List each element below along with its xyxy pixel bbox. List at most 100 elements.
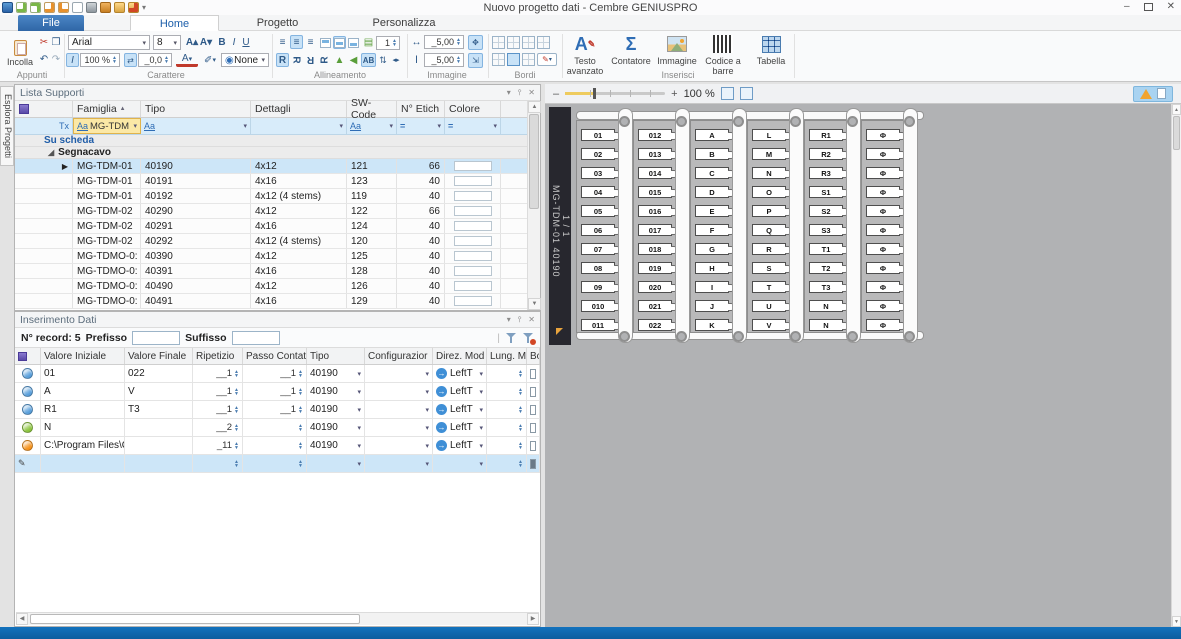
cell-tipo[interactable]: 40190▾ <box>307 437 365 454</box>
rows-icon[interactable]: ▤ <box>362 36 375 49</box>
panel-menu-icon[interactable]: ▾ <box>507 88 511 98</box>
table-row[interactable]: AV__1▲▼__1▲▼40190▾▾→LeftT▾▲▼ <box>15 383 540 401</box>
preview-canvas[interactable]: 1 / 1 MG-TDM-01 40190 010203040506070809… <box>545 104 1171 627</box>
label-tag[interactable]: 022 <box>638 319 672 331</box>
align-left-icon[interactable]: ≡ <box>276 35 289 49</box>
scroll-up-icon[interactable]: ▲ <box>528 101 541 113</box>
dropdown-arrow-icon[interactable]: ▾ <box>357 406 361 414</box>
label-strip[interactable]: ABCDEFGHIJK <box>690 120 736 333</box>
configurazione-dropdown[interactable]: ▾ <box>368 388 429 396</box>
cell-ripetizione[interactable]: __2▲▼ <box>193 419 243 436</box>
cell-dettagli[interactable]: 4x12 (4 stems) <box>251 234 347 248</box>
valign-middle-icon[interactable] <box>333 36 346 49</box>
dropdown-arrow-icon[interactable]: ▾ <box>479 406 483 414</box>
cell-tipo[interactable]: 40291 <box>141 219 251 233</box>
cell-passo[interactable]: ▲▼ <box>243 437 307 454</box>
align-right-icon[interactable]: ≡ <box>304 35 317 49</box>
label-tag[interactable]: 019 <box>638 262 672 274</box>
scroll-thumb[interactable] <box>1173 116 1180 150</box>
spinner[interactable]: __1▲▼ <box>216 404 239 415</box>
cell-n-etich[interactable]: 66 <box>397 204 445 218</box>
label-tag[interactable]: S2 <box>809 205 843 217</box>
fit-page-icon[interactable] <box>721 87 734 100</box>
rotate-270-icon[interactable]: R <box>318 54 332 67</box>
dropdown-arrow-icon[interactable]: ▾ <box>357 442 361 450</box>
stretch-icon[interactable]: ◂▸ <box>389 53 403 67</box>
spinner-arrows-icon[interactable]: ▲▼ <box>234 388 239 396</box>
cell-sw-code[interactable]: 128 <box>347 264 397 278</box>
label-tag[interactable]: Φ <box>866 243 900 255</box>
cell-direzione[interactable]: →LeftT▾ <box>433 383 487 400</box>
border-outline-icon[interactable] <box>492 36 505 49</box>
col-direzione[interactable]: Direz. Mod <box>433 348 487 364</box>
filter-colore[interactable]: =▾ <box>445 118 501 134</box>
spinner[interactable]: ▲▼ <box>516 406 523 414</box>
label-tag[interactable]: T3 <box>809 281 843 293</box>
label-tag[interactable]: 014 <box>638 167 672 179</box>
cell-dettagli[interactable]: 4x12 (4 stems) <box>251 189 347 203</box>
clear-filter-icon[interactable] <box>522 332 534 344</box>
cell-direzione[interactable]: →LeftT▾ <box>433 365 487 382</box>
col-n-etich[interactable]: N° Etich <box>397 101 445 117</box>
col-valore-iniziale[interactable]: Valore Iniziale <box>41 348 125 364</box>
cell-famiglia[interactable]: MG-TDM-02 <box>73 234 141 248</box>
grow-font-icon[interactable]: A▴ <box>185 35 199 50</box>
cell-passo[interactable]: __1▲▼ <box>243 365 307 382</box>
table-row[interactable]: N__2▲▼▲▼40190▾▾→LeftT▾▲▼ <box>15 419 540 437</box>
spinner-arrows-icon[interactable]: ▲▼ <box>298 460 303 468</box>
zoom-slider-thumb[interactable] <box>593 88 596 99</box>
label-tag[interactable]: P <box>752 205 786 217</box>
label-strip[interactable]: ΦΦΦΦΦΦΦΦΦΦΦ <box>861 120 907 333</box>
warning-box[interactable] <box>1133 86 1173 102</box>
col-tipo[interactable]: Tipo <box>307 348 365 364</box>
table-row[interactable]: R1T3__1▲▼__1▲▼40190▾▾→LeftT▾▲▼ <box>15 401 540 419</box>
cell-tipo[interactable]: 40491 <box>141 294 251 308</box>
scroll-right-icon[interactable]: ▶ <box>527 613 539 625</box>
cell-lunghezza[interactable]: ▲▼ <box>487 455 527 472</box>
label-tag[interactable]: S1 <box>809 186 843 198</box>
cut-icon[interactable]: ✂ <box>38 36 50 48</box>
cell-tipo[interactable]: 40190▾ <box>307 365 365 382</box>
scroll-left-icon[interactable]: ◀ <box>16 613 28 625</box>
cell-tipo[interactable]: 40190 <box>141 159 251 173</box>
fit-image-icon[interactable]: ✥ <box>468 35 483 50</box>
tipo-dropdown[interactable]: 40190▾ <box>310 404 361 415</box>
col-bordi[interactable]: Bo <box>527 348 540 364</box>
cell-sw-code[interactable]: 123 <box>347 174 397 188</box>
cell-lunghezza[interactable]: ▲▼ <box>487 365 527 382</box>
cell-bordi[interactable] <box>527 437 540 454</box>
spinner[interactable]: ▲▼ <box>516 460 523 468</box>
label-tag[interactable]: Φ <box>866 186 900 198</box>
label-tag[interactable]: S <box>752 262 786 274</box>
bold-button[interactable]: B <box>216 35 228 50</box>
cell-sw-code[interactable]: 119 <box>347 189 397 203</box>
label-tag[interactable]: U <box>752 300 786 312</box>
spinner[interactable]: ▲▼ <box>516 388 523 396</box>
label-tag[interactable]: 09 <box>581 281 615 293</box>
dropdown-arrow-icon[interactable]: ▾ <box>425 460 429 468</box>
cell-colore[interactable] <box>445 234 501 248</box>
cell-configurazione[interactable]: ▾ <box>365 455 433 472</box>
label-tag[interactable]: 021 <box>638 300 672 312</box>
rotate-0-icon[interactable]: R <box>276 53 289 67</box>
cell-n-etich[interactable]: 40 <box>397 249 445 263</box>
label-tag[interactable]: Φ <box>866 319 900 331</box>
label-tag[interactable]: J <box>695 300 729 312</box>
label-tag[interactable]: 017 <box>638 224 672 236</box>
label-tag[interactable]: 08 <box>581 262 615 274</box>
label-tag[interactable]: 018 <box>638 243 672 255</box>
label-tag[interactable]: Φ <box>866 281 900 293</box>
spinner[interactable]: ▲▼ <box>296 460 303 468</box>
close-button[interactable]: ✕ <box>1167 1 1175 12</box>
cell-bordi[interactable] <box>527 455 540 472</box>
label-tag[interactable]: R1 <box>809 129 843 141</box>
border-right-icon[interactable] <box>522 36 535 49</box>
cell-valore-iniziale[interactable] <box>41 455 125 472</box>
label-tag[interactable]: 020 <box>638 281 672 293</box>
cell-famiglia[interactable]: MG-TDM-02 <box>73 219 141 233</box>
zoom-in-icon[interactable]: + <box>671 88 677 100</box>
cell-dettagli[interactable]: 4x16 <box>251 219 347 233</box>
dropdown-arrow-icon[interactable]: ▾ <box>479 442 483 450</box>
table-row[interactable]: C:\Program Files\C_11▲▼▲▼40190▾▾→LeftT▾▲… <box>15 437 540 455</box>
cell-famiglia[interactable]: MG-TDM-01 <box>73 189 141 203</box>
